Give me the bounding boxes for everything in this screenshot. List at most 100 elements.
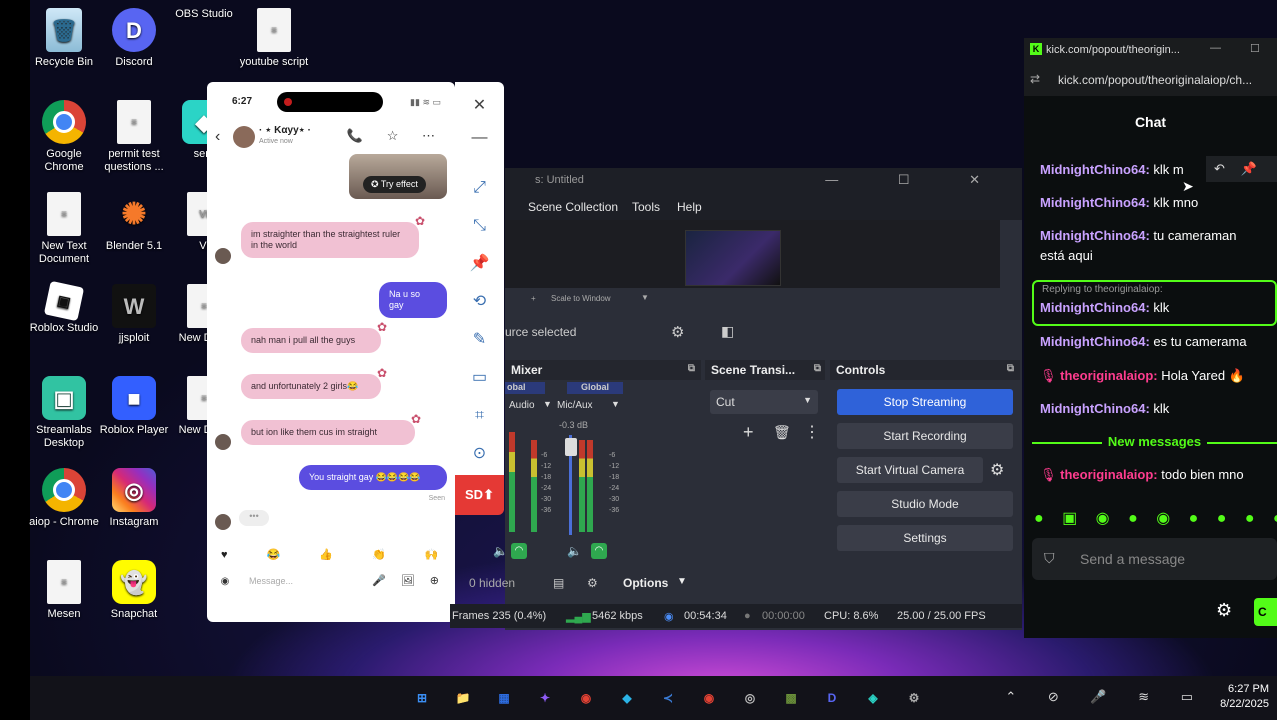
camera-icon[interactable]: ◉ <box>217 574 233 590</box>
back-arrow-icon[interactable]: ‹ <box>215 128 220 146</box>
chat-message[interactable]: MidnightChino64: klk <box>1040 399 1169 419</box>
more-vertical-icon[interactable]: ⋮ <box>804 422 820 442</box>
contact-name[interactable]: · ⋆ Kαyy⋆ · <box>259 125 311 136</box>
minimize-icon[interactable]: — <box>1210 42 1221 54</box>
contact-avatar[interactable] <box>233 126 255 148</box>
filters-icon[interactable]: ◧ <box>721 323 734 340</box>
menu-help[interactable]: Help <box>677 200 702 214</box>
transition-select[interactable]: Cut ▼ <box>710 390 818 414</box>
chat-username[interactable]: theoriginalaiop <box>1060 467 1153 482</box>
address-bar[interactable]: ⇄ kick.com/popout/theoriginalaiop/ch... <box>1024 64 1277 96</box>
start-virtual-camera-button[interactable]: Start Virtual Camera <box>837 457 983 483</box>
new-messages-divider[interactable]: New messages <box>1032 434 1277 450</box>
chat-message[interactable]: MidnightChino64: klk mno <box>1040 193 1198 213</box>
menu-tools[interactable]: Tools <box>632 200 660 214</box>
chat-username[interactable]: theoriginalaiop <box>1060 368 1153 383</box>
record-icon[interactable]: ⊙ <box>455 442 504 466</box>
dm-actions-icons[interactable]: 📞 ☆ ⋯ <box>347 128 445 144</box>
desktop-icon[interactable]: ≡ youtube script <box>238 8 310 69</box>
stop-streaming-button[interactable]: Stop Streaming <box>837 389 1013 415</box>
chat-message[interactable]: MidnightChino64: tu cameraman está aqui <box>1040 226 1236 266</box>
system-tray-icons[interactable]: ⌃ ⊘ 🎤 ≋ ▭ <box>1005 689 1207 705</box>
settings-icon[interactable]: ⚙ <box>902 686 926 710</box>
send-message-input[interactable]: ⛉ Send a message <box>1032 538 1277 580</box>
desktop-icon[interactable]: ◎OBS Studio <box>168 8 717 220</box>
chat-username[interactable]: MidnightChino64 <box>1040 195 1145 210</box>
speaker-icon[interactable]: 🔈 <box>493 544 508 558</box>
sent-message[interactable]: You straight gay 😂😂😂😂 <box>299 465 447 490</box>
desktop-icon[interactable]: 🗑 Recycle Bin <box>28 8 100 69</box>
app-icon[interactable]: ◈ <box>861 686 885 710</box>
desktop-icon[interactable]: ≡ permit test questions ... <box>98 100 170 174</box>
desktop-icon[interactable]: Google Chrome <box>28 100 100 174</box>
received-message[interactable]: nah man i pull all the guys ✿ <box>241 321 387 353</box>
chat-username[interactable]: MidnightChino64 <box>1040 162 1145 177</box>
window-icon[interactable]: ▭ <box>455 366 504 390</box>
desktop-icon[interactable]: ■ Roblox Player <box>98 376 170 437</box>
menu-scene-collection[interactable]: Scene Collection <box>528 200 618 214</box>
desktop-icon[interactable]: aiop - Chrome <box>28 468 100 529</box>
monitor-headphones-icon[interactable]: ◠ <box>511 543 527 559</box>
obs-preview[interactable] <box>505 220 1000 288</box>
quick-reactions[interactable]: ♥ 😂 👍 👏 🙌 🌹 ✨ <box>221 548 455 561</box>
hidden-count[interactable]: 0 hidden <box>469 576 515 590</box>
desktop-icon[interactable]: ✺ Blender 5.1 <box>98 192 170 253</box>
received-message[interactable]: im straighter than the straightest ruler… <box>241 215 425 258</box>
chat-message[interactable]: MidnightChino64: klk m <box>1040 160 1184 180</box>
discord-icon[interactable]: D <box>820 686 844 710</box>
scale-to-window[interactable]: Scale to Window <box>551 294 611 303</box>
draw-icon[interactable]: ✎ <box>455 328 504 352</box>
chevron-down-icon[interactable]: ▼ <box>543 399 552 409</box>
studio-mode-button[interactable]: Studio Mode <box>837 491 1013 517</box>
add-icon[interactable]: + <box>743 422 754 443</box>
chat-username[interactable]: MidnightChino64 <box>1040 334 1145 349</box>
vscode-icon[interactable]: ≺ <box>656 686 680 710</box>
gear-icon[interactable]: ⚙ <box>587 576 598 590</box>
maximize-icon[interactable]: ☐ <box>1250 42 1260 55</box>
minimize-icon[interactable]: — <box>455 126 504 150</box>
chrome-icon[interactable]: ◉ <box>574 686 598 710</box>
sent-message[interactable]: Na u so gay <box>379 282 447 318</box>
crop-icon[interactable]: ⌗ <box>455 404 504 428</box>
chat-message[interactable]: 🎙 theoriginalaiop: todo bien mno <box>1040 465 1244 485</box>
start-recording-button[interactable]: Start Recording <box>837 423 1013 449</box>
received-message[interactable]: and unfortunately 2 girls😂 ✿ <box>241 367 387 399</box>
desktop-icon[interactable]: 👻 Snapchat <box>98 560 170 621</box>
fader-handle[interactable] <box>565 438 577 456</box>
mixer-options[interactable]: Options <box>623 576 668 590</box>
add-icon[interactable]: + <box>531 294 536 303</box>
layout-icon[interactable]: ▤ <box>553 576 564 590</box>
pin-icon[interactable]: 📌 <box>455 252 504 276</box>
desktop-icon[interactable]: ≡ Mesen <box>28 560 100 621</box>
emote-bar[interactable]: ● ▣ ◉ ● ◉ ● ● ● ● <box>1034 508 1277 528</box>
video-effect-preview[interactable]: ✪ Try effect <box>349 154 447 199</box>
chrome-icon[interactable]: ◉ <box>697 686 721 710</box>
message-actions[interactable]: ↶📌 <box>1206 156 1277 182</box>
start-icon[interactable]: ⊞ <box>410 686 434 710</box>
try-effect-button[interactable]: ✪ Try effect <box>363 176 426 193</box>
monitor-headphones-icon[interactable]: ◠ <box>591 543 607 559</box>
window-controls-icons[interactable]: — ☐ ✕ <box>825 172 1008 188</box>
desktop-icon[interactable]: ◎ Instagram <box>98 468 170 529</box>
phone-mirror-window[interactable]: 6:27 ▮▮ ≋ ▭ ‹ · ⋆ Kαyy⋆ · Active now 📞 ☆… <box>207 82 455 622</box>
chat-message[interactable]: MidnightChino64: klk <box>1040 298 1169 318</box>
gear-icon[interactable]: ⚙ <box>990 460 1004 480</box>
undock-icon[interactable]: ⧉ <box>688 363 695 374</box>
file-explorer-icon[interactable]: 📁 <box>451 686 475 710</box>
gear-icon[interactable]: ⚙ <box>1216 600 1232 621</box>
chat-send-button[interactable]: C <box>1254 598 1277 626</box>
chevron-down-icon[interactable]: ▼ <box>641 293 649 302</box>
url-text[interactable]: kick.com/popout/theoriginalaiop/ch... <box>1058 73 1252 87</box>
chat-username[interactable]: MidnightChino64 <box>1040 300 1145 315</box>
chat-message[interactable]: 🎙 theoriginalaiop: Hola Yared 🔥 <box>1040 366 1245 386</box>
desktop-icon[interactable]: ▣ Roblox Studio <box>28 280 100 335</box>
site-settings-icon[interactable]: ⇄ <box>1030 72 1040 86</box>
close-icon[interactable]: ✕ <box>455 94 504 118</box>
obs-icon[interactable]: ◎ <box>738 686 762 710</box>
gear-icon[interactable]: ⚙ <box>671 323 684 341</box>
chat-username[interactable]: MidnightChino64 <box>1040 401 1145 416</box>
desktop-icon[interactable]: ≡ New Text Document <box>28 192 100 266</box>
speaker-icon[interactable]: 🔈 <box>567 544 582 558</box>
store-icon[interactable]: ▦ <box>492 686 516 710</box>
clock[interactable]: 6:27 PM 8/22/2025 <box>1220 682 1269 712</box>
